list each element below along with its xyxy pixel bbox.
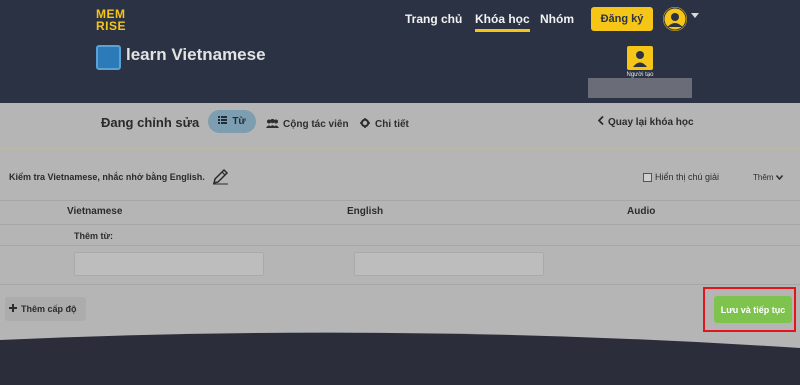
table-top-divider bbox=[0, 200, 800, 201]
back-link-label: Quay lại khóa học bbox=[608, 116, 694, 128]
add-level-button[interactable]: Thêm cấp độ bbox=[5, 297, 86, 321]
people-icon bbox=[266, 115, 279, 133]
footer-wave bbox=[0, 332, 800, 385]
editing-label: Đang chỉnh sửa bbox=[101, 115, 200, 130]
nav-home[interactable]: Trang chủ bbox=[405, 12, 462, 26]
more-dropdown[interactable]: Thêm bbox=[753, 173, 784, 182]
tab-contributors-label: Cộng tác viên bbox=[283, 118, 349, 130]
user-avatar-icon[interactable] bbox=[663, 7, 687, 31]
tab-words-label: Từ bbox=[232, 116, 246, 127]
more-label: Thêm bbox=[753, 173, 774, 182]
save-and-continue-button[interactable]: Lưu và tiếp tục bbox=[714, 296, 792, 323]
course-icon bbox=[96, 45, 121, 70]
memrise-logo[interactable]: MEM RISE bbox=[96, 8, 126, 32]
add-level-label: Thêm cấp độ bbox=[21, 304, 77, 314]
chevron-down-icon bbox=[776, 173, 784, 182]
chevron-left-icon bbox=[597, 115, 604, 128]
level-instruction: Kiểm tra Vietnamese, nhắc nhở bằng Engli… bbox=[9, 172, 205, 182]
tab-details[interactable]: Chi tiết bbox=[360, 115, 409, 133]
show-notes-checkbox[interactable] bbox=[643, 173, 652, 182]
column-header-audio: Audio bbox=[627, 206, 656, 217]
course-title: learn Vietnamese bbox=[126, 45, 266, 64]
column-header-vietnamese: Vietnamese bbox=[67, 206, 123, 217]
table-header-divider bbox=[0, 224, 800, 225]
chevron-down-icon[interactable] bbox=[691, 13, 699, 18]
logo-line-2: RISE bbox=[96, 19, 127, 33]
creator-name-redacted bbox=[588, 78, 692, 98]
back-to-course-link[interactable]: Quay lại khóa học bbox=[597, 115, 694, 128]
tab-contributors[interactable]: Cộng tác viên bbox=[266, 115, 349, 133]
english-input[interactable] bbox=[354, 252, 544, 276]
toolbar-divider bbox=[0, 148, 800, 150]
list-icon bbox=[218, 116, 228, 127]
nav-groups[interactable]: Nhóm bbox=[540, 12, 574, 26]
show-notes-label: Hiển thị chú giải bbox=[655, 172, 720, 182]
signup-button[interactable]: Đăng ký bbox=[591, 7, 653, 31]
nav-courses[interactable]: Khóa học bbox=[475, 12, 530, 32]
tab-words[interactable]: Từ bbox=[208, 110, 256, 133]
plus-icon bbox=[9, 304, 17, 314]
vietnamese-input[interactable] bbox=[74, 252, 264, 276]
column-header-english: English bbox=[347, 206, 384, 217]
tab-details-label: Chi tiết bbox=[375, 118, 409, 130]
add-word-divider bbox=[0, 245, 800, 246]
table-bottom-divider bbox=[0, 284, 800, 285]
creator-avatar-icon[interactable] bbox=[627, 46, 653, 70]
gear-icon bbox=[360, 115, 370, 133]
pencil-edit-icon[interactable] bbox=[212, 168, 229, 190]
add-word-label: Thêm từ: bbox=[74, 231, 114, 241]
